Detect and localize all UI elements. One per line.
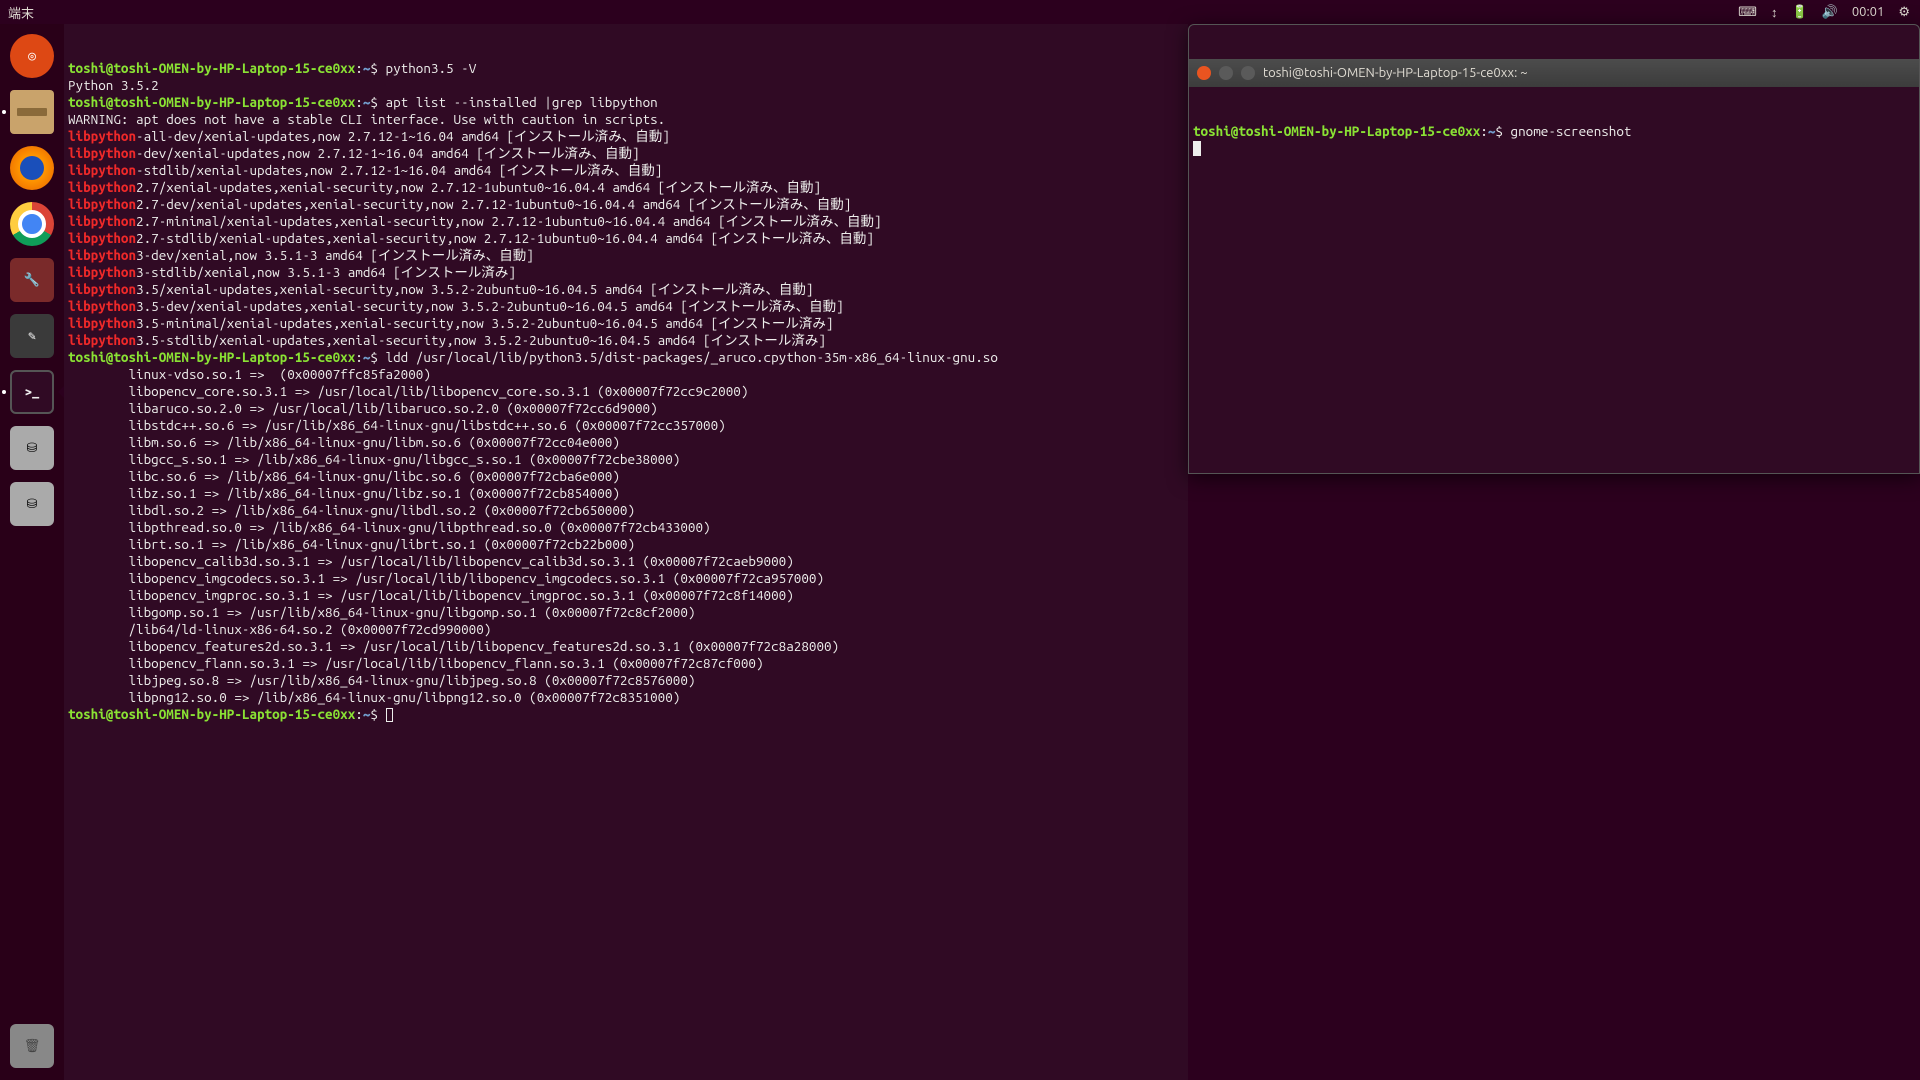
terminal-line: libopencv_flann.so.3.1 => /usr/local/lib… xyxy=(68,655,1184,672)
terminal-line: toshi@toshi-OMEN-by-HP-Laptop-15-ce0xx:~… xyxy=(68,706,1184,723)
terminal-line: libdl.so.2 => /lib/x86_64-linux-gnu/libd… xyxy=(68,502,1184,519)
terminal-icon[interactable]: >_ xyxy=(6,366,58,418)
terminal-window-2[interactable]: toshi@toshi-OMEN-by-HP-Laptop-15-ce0xx: … xyxy=(1188,24,1920,474)
terminal-line: libpthread.so.0 => /lib/x86_64-linux-gnu… xyxy=(68,519,1184,536)
top-menubar[interactable]: 端末 ⌨ ↕ 🔋 🔊 00:01 ⚙ xyxy=(0,0,1920,24)
terminal-line: libopencv_calib3d.so.3.1 => /usr/local/l… xyxy=(68,553,1184,570)
terminal-line: libopencv_core.so.3.1 => /usr/local/lib/… xyxy=(68,383,1184,400)
maximize-icon[interactable] xyxy=(1241,66,1255,80)
terminal-line: libopencv_features2d.so.3.1 => /usr/loca… xyxy=(68,638,1184,655)
sound-icon[interactable]: 🔊 xyxy=(1822,5,1838,20)
chrome-icon[interactable] xyxy=(6,198,58,250)
firefox-icon[interactable] xyxy=(6,142,58,194)
cursor-icon xyxy=(386,708,393,722)
terminal-line: /lib64/ld-linux-x86-64.so.2 (0x00007f72c… xyxy=(68,621,1184,638)
terminal-line: WARNING: apt does not have a stable CLI … xyxy=(68,111,1184,128)
terminal-line: libgcc_s.so.1 => /lib/x86_64-linux-gnu/l… xyxy=(68,451,1184,468)
close-icon[interactable] xyxy=(1197,66,1211,80)
trash-icon[interactable]: 🗑 xyxy=(6,1020,58,1072)
terminal-2-title: toshi@toshi-OMEN-by-HP-Laptop-15-ce0xx: … xyxy=(1263,65,1528,82)
terminal-line: linux-vdso.so.1 => (0x00007ffc85fa2000) xyxy=(68,366,1184,383)
terminal-line: libpython2.7-stdlib/xenial-updates,xenia… xyxy=(68,230,1184,247)
clock[interactable]: 00:01 xyxy=(1852,5,1885,19)
cursor-icon xyxy=(1193,141,1201,156)
terminal-line xyxy=(1193,140,1915,157)
terminal-1-body[interactable]: toshi@toshi-OMEN-by-HP-Laptop-15-ce0xx:~… xyxy=(64,58,1188,725)
terminal-line: libpython3.5-dev/xenial-updates,xenial-s… xyxy=(68,298,1184,315)
terminal-line: libpython2.7-minimal/xenial-updates,xeni… xyxy=(68,213,1184,230)
text-editor-icon[interactable]: ✎ xyxy=(6,310,58,362)
terminal-line: libpython3.5-stdlib/xenial-updates,xenia… xyxy=(68,332,1184,349)
terminal-line: libaruco.so.2.0 => /usr/local/lib/libaru… xyxy=(68,400,1184,417)
disk-icon-2[interactable]: ⛁ xyxy=(6,478,58,530)
terminal-2-titlebar[interactable]: toshi@toshi-OMEN-by-HP-Laptop-15-ce0xx: … xyxy=(1189,59,1919,87)
terminal-line: toshi@toshi-OMEN-by-HP-Laptop-15-ce0xx:~… xyxy=(68,94,1184,111)
terminal-2-body[interactable]: toshi@toshi-OMEN-by-HP-Laptop-15-ce0xx:~… xyxy=(1189,121,1919,159)
terminal-line: libm.so.6 => /lib/x86_64-linux-gnu/libm.… xyxy=(68,434,1184,451)
files-icon[interactable] xyxy=(6,86,58,138)
dash-icon[interactable]: ◎ xyxy=(6,30,58,82)
terminal-window-1[interactable]: toshi@toshi-OMEN-by-HP-Laptop-15-ce0xx:~… xyxy=(64,24,1188,1080)
terminal-line: toshi@toshi-OMEN-by-HP-Laptop-15-ce0xx:~… xyxy=(68,60,1184,77)
terminal-line: libpython3.5/xenial-updates,xenial-secur… xyxy=(68,281,1184,298)
terminal-line: libpython-dev/xenial-updates,now 2.7.12-… xyxy=(68,145,1184,162)
terminal-line: libpython-stdlib/xenial-updates,now 2.7.… xyxy=(68,162,1184,179)
active-app-label: 端末 xyxy=(0,3,34,22)
terminal-line: libopencv_imgcodecs.so.3.1 => /usr/local… xyxy=(68,570,1184,587)
terminal-line: libpython2.7/xenial-updates,xenial-secur… xyxy=(68,179,1184,196)
terminal-line: libstdc++.so.6 => /usr/lib/x86_64-linux-… xyxy=(68,417,1184,434)
terminal-line: libc.so.6 => /lib/x86_64-linux-gnu/libc.… xyxy=(68,468,1184,485)
terminal-line: librt.so.1 => /lib/x86_64-linux-gnu/libr… xyxy=(68,536,1184,553)
terminal-line: libpython3-stdlib/xenial,now 3.5.1-3 amd… xyxy=(68,264,1184,281)
terminal-line: toshi@toshi-OMEN-by-HP-Laptop-15-ce0xx:~… xyxy=(1193,123,1915,140)
terminal-line: libpng12.so.0 => /lib/x86_64-linux-gnu/l… xyxy=(68,689,1184,706)
keyboard-indicator-icon[interactable]: ⌨ xyxy=(1738,5,1757,20)
terminal-line: libz.so.1 => /lib/x86_64-linux-gnu/libz.… xyxy=(68,485,1184,502)
settings-icon[interactable]: 🔧 xyxy=(6,254,58,306)
terminal-line: libgomp.so.1 => /usr/lib/x86_64-linux-gn… xyxy=(68,604,1184,621)
terminal-line: toshi@toshi-OMEN-by-HP-Laptop-15-ce0xx:~… xyxy=(68,349,1184,366)
system-gear-icon[interactable]: ⚙ xyxy=(1898,5,1910,20)
terminal-line: libpython2.7-dev/xenial-updates,xenial-s… xyxy=(68,196,1184,213)
terminal-line: Python 3.5.2 xyxy=(68,77,1184,94)
terminal-line: libpython3-dev/xenial,now 3.5.1-3 amd64 … xyxy=(68,247,1184,264)
minimize-icon[interactable] xyxy=(1219,66,1233,80)
terminal-line: libjpeg.so.8 => /usr/lib/x86_64-linux-gn… xyxy=(68,672,1184,689)
battery-icon[interactable]: 🔋 xyxy=(1791,5,1807,20)
terminal-line: libopencv_imgproc.so.3.1 => /usr/local/l… xyxy=(68,587,1184,604)
disk-icon-1[interactable]: ⛁ xyxy=(6,422,58,474)
terminal-line: libpython3.5-minimal/xenial-updates,xeni… xyxy=(68,315,1184,332)
unity-launcher[interactable]: ◎ 🔧 ✎ >_ ⛁ ⛁ 🗑 xyxy=(0,24,64,1080)
network-icon[interactable]: ↕ xyxy=(1771,5,1778,20)
terminal-line: libpython-all-dev/xenial-updates,now 2.7… xyxy=(68,128,1184,145)
